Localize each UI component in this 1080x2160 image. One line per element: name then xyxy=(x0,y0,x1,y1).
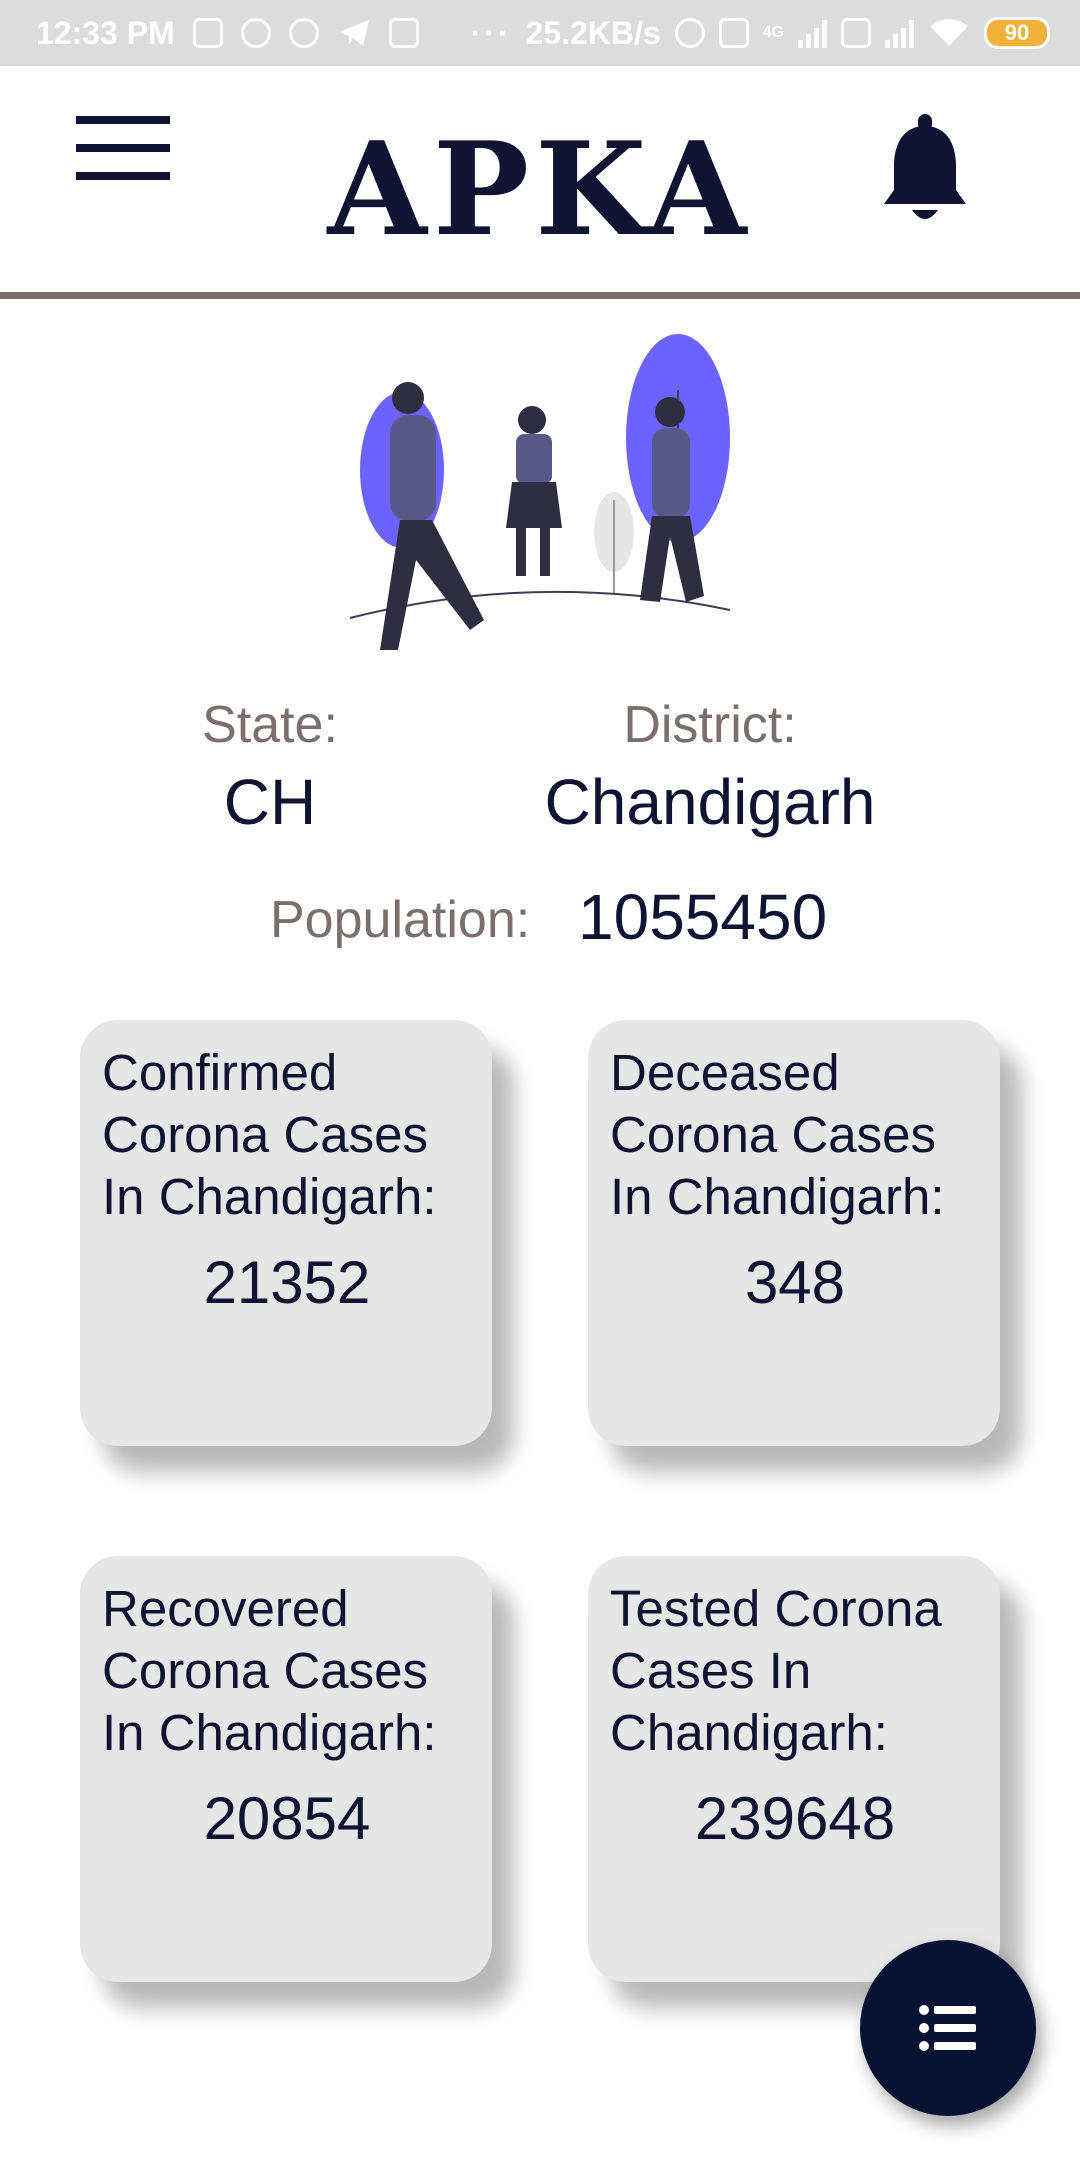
net-speed: 25.2KB/s xyxy=(525,14,661,51)
card-title-line: In Chandigarh: xyxy=(102,1704,437,1761)
people-walking-illustration xyxy=(349,334,731,650)
network-type: 4G xyxy=(762,24,784,41)
card-title-line: Confirmed xyxy=(102,1044,338,1101)
status-bar: 12:33 PM ··· 25.2KB/s 4G 90 xyxy=(0,0,1080,66)
state-label: State: xyxy=(202,696,338,754)
card-title-line: Corona Cases xyxy=(102,1106,428,1163)
card-title-line: Chandigarh: xyxy=(610,1704,888,1761)
tested-cases-card: Tested Corona Cases In Chandigarh: 23964… xyxy=(588,1556,1000,1982)
signal-icon-2 xyxy=(885,18,914,48)
list-icon xyxy=(919,2005,976,2051)
alarm-icon xyxy=(674,18,705,48)
battery-level: 90 xyxy=(1004,20,1030,45)
status-bar-left: 12:33 PM xyxy=(36,0,419,66)
population-label: Population: xyxy=(270,891,531,949)
card-title-line: Corona Cases xyxy=(610,1106,936,1163)
card-title: Tested Corona Cases In Chandigarh: xyxy=(610,1578,980,1764)
upload-icon xyxy=(192,18,223,48)
volte-icon xyxy=(718,18,749,48)
card-title-line: Deceased xyxy=(610,1044,840,1101)
volte-icon-2 xyxy=(841,18,871,48)
population-value: 1055450 xyxy=(578,881,828,953)
recovered-cases-card: Recovered Corona Cases In Chandigarh: 20… xyxy=(80,1556,492,1982)
card-title: Deceased Corona Cases In Chandigarh: xyxy=(610,1042,980,1228)
list-fab-button[interactable] xyxy=(860,1940,1036,2116)
confirmed-cases-card: Confirmed Corona Cases In Chandigarh: 21… xyxy=(80,1020,492,1446)
card-title: Confirmed Corona Cases In Chandigarh: xyxy=(102,1042,472,1228)
bell-icon[interactable] xyxy=(880,114,970,224)
card-title-line: In Chandigarh: xyxy=(610,1168,945,1225)
deceased-cases-card: Deceased Corona Cases In Chandigarh: 348 xyxy=(588,1020,1000,1446)
status-time: 12:33 PM xyxy=(36,14,175,51)
facebook-icon xyxy=(288,18,319,48)
telegram-icon xyxy=(338,20,369,46)
district-value: Chandigarh xyxy=(544,766,876,838)
app-bar: APKA xyxy=(0,66,1080,299)
card-title-line: Recovered xyxy=(102,1580,349,1637)
chat-bubble-icon xyxy=(240,18,271,48)
battery-icon: 90 xyxy=(984,17,1050,49)
deceased-cases-value: 348 xyxy=(744,1249,846,1316)
wifi-icon xyxy=(930,19,968,46)
card-title-line: In Chandigarh: xyxy=(102,1168,437,1225)
card-title: Recovered Corona Cases In Chandigarh: xyxy=(102,1578,472,1764)
more-notifications-icon: ··· xyxy=(470,14,512,51)
status-bar-right: ··· 25.2KB/s 4G 90 xyxy=(470,0,1050,66)
card-title-line: Cases In xyxy=(610,1642,812,1699)
card-title-line: Tested Corona xyxy=(610,1580,942,1637)
state-value: CH xyxy=(223,766,317,838)
instagram-icon xyxy=(388,18,419,48)
signal-icon xyxy=(798,18,827,48)
tested-cases-value: 239648 xyxy=(694,1785,896,1852)
recovered-cases-value: 20854 xyxy=(203,1785,371,1852)
district-label: District: xyxy=(623,696,797,754)
confirmed-cases-value: 21352 xyxy=(203,1249,371,1316)
card-title-line: Corona Cases xyxy=(102,1642,428,1699)
